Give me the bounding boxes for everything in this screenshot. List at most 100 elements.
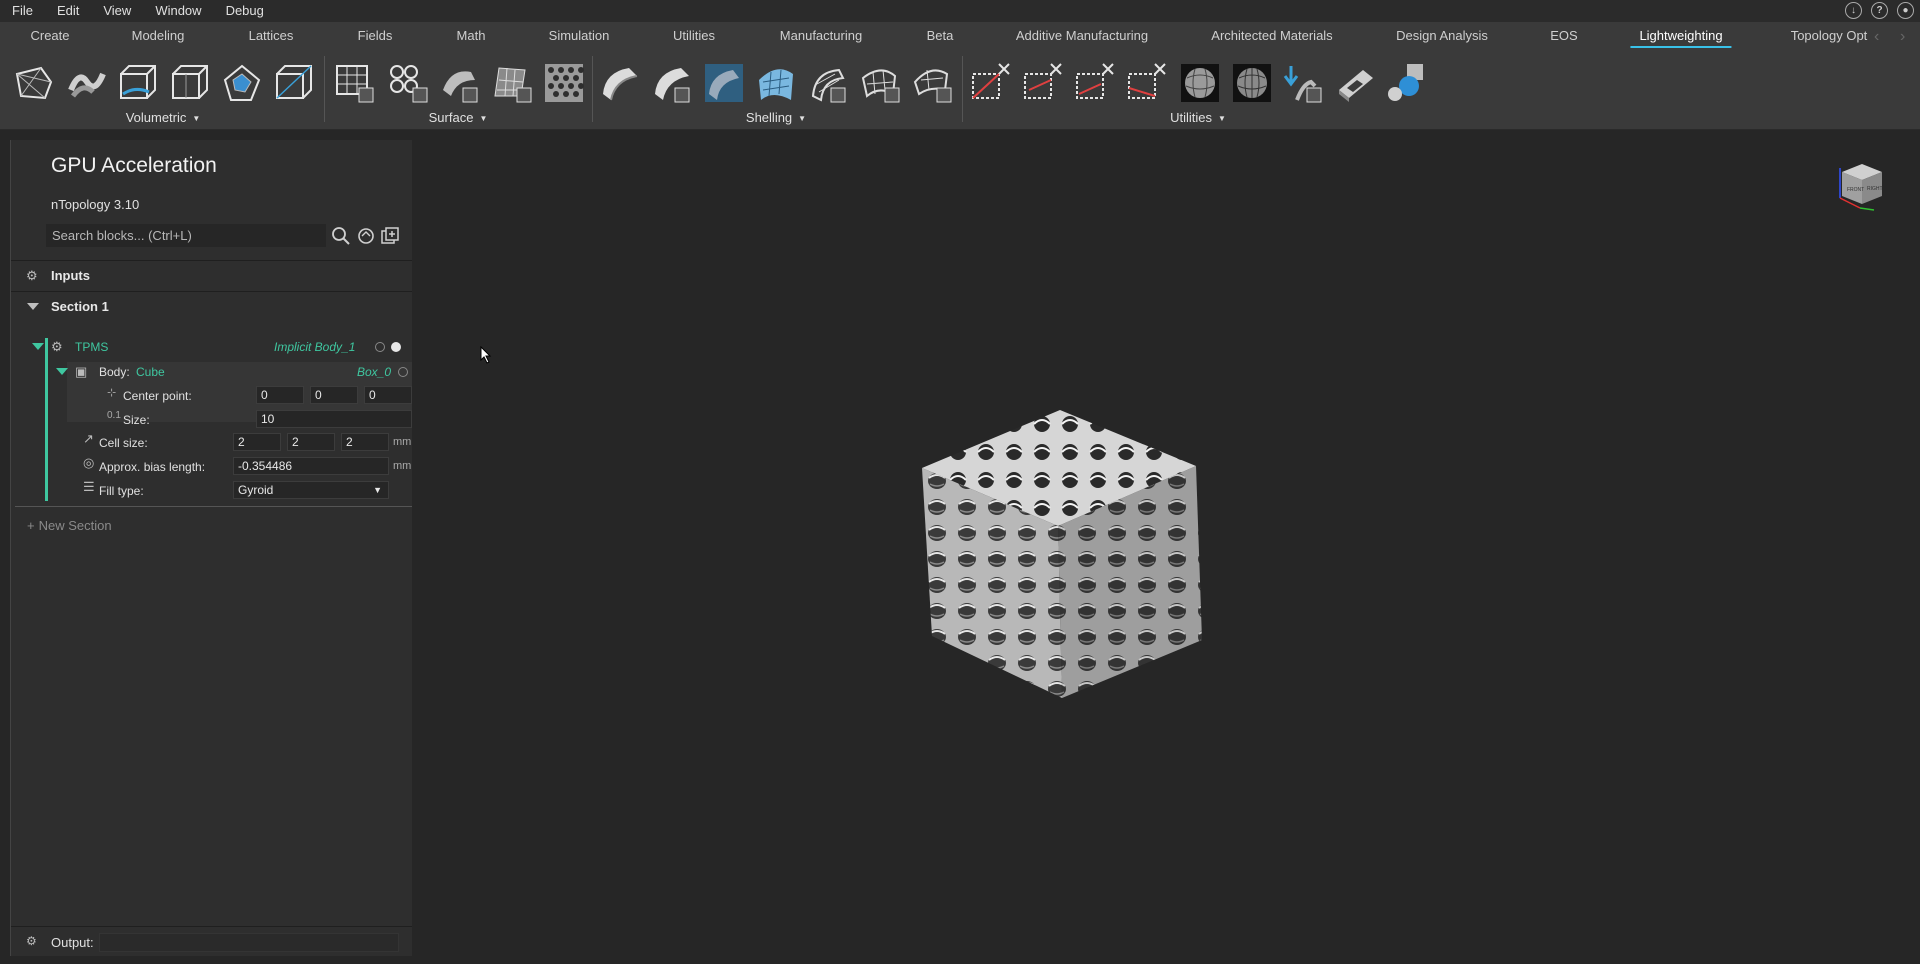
tab-lightweighting[interactable]: Lightweighting <box>1630 22 1732 50</box>
bias-length-label: Approx. bias length: <box>99 460 206 474</box>
lattice-shell-tool-icon[interactable] <box>805 60 851 106</box>
output-bar: ⚙ Output: <box>11 926 413 956</box>
search-input[interactable] <box>46 224 326 247</box>
block-visibility-icon[interactable] <box>391 342 401 352</box>
gyroid-cube-model[interactable] <box>412 130 1920 964</box>
cell-size-unit: mm <box>393 436 412 448</box>
import-lattice-tool-icon[interactable] <box>1281 60 1327 106</box>
menu-view[interactable]: View <box>91 0 143 22</box>
trim-lattice-2-tool-icon[interactable] <box>1021 60 1067 106</box>
group-utilities[interactable]: Utilities ▼ <box>1170 110 1226 125</box>
section-collapse-icon[interactable] <box>27 303 39 310</box>
tab-math[interactable]: Math <box>457 22 486 50</box>
point-icon: ⊹ <box>107 387 117 399</box>
menu-window[interactable]: Window <box>143 0 213 22</box>
box-lattice-tool-icon[interactable] <box>115 60 161 106</box>
perforated-surface-tool-icon[interactable] <box>541 60 587 106</box>
cube-icon: ▣ <box>75 364 88 379</box>
3d-viewport[interactable]: FRONT RIGHT <box>412 130 1920 964</box>
body-label: Body: <box>99 365 130 379</box>
tab-architected-materials[interactable]: Architected Materials <box>1211 22 1332 50</box>
body-value[interactable]: Cube <box>136 365 165 379</box>
block-icon: ⚙ <box>51 339 63 354</box>
inputs-label: Inputs <box>51 268 90 283</box>
fill-type-select[interactable]: Gyroid ▼ <box>233 481 389 499</box>
tab-manufacturing[interactable]: Manufacturing <box>780 22 862 50</box>
gear-icon: ⚙ <box>26 267 38 283</box>
center-z-field[interactable]: 0 <box>364 386 412 404</box>
tab-utilities[interactable]: Utilities <box>673 22 715 50</box>
surface-lattice-tool-icon[interactable] <box>437 60 483 106</box>
group-volumetric[interactable]: Volumetric ▼ <box>126 110 201 125</box>
add-block-icon[interactable] <box>380 226 400 246</box>
graph-lattice-tool-icon[interactable] <box>63 60 109 106</box>
block-help-icon[interactable] <box>375 342 385 352</box>
mesh-lattice-tool-icon[interactable] <box>11 60 57 106</box>
diamond-lattice-tool-icon[interactable] <box>219 60 265 106</box>
help-icon[interactable]: ? <box>1871 2 1888 19</box>
shell-selection-tool-icon[interactable] <box>701 60 747 106</box>
trim-lattice-4-tool-icon[interactable] <box>1125 60 1171 106</box>
vector-icon: ↗ <box>83 431 94 446</box>
chevron-down-icon: ▼ <box>373 485 382 495</box>
center-x-field[interactable]: 0 <box>256 386 304 404</box>
conformal-shell-tool-icon[interactable] <box>753 60 799 106</box>
mesh-shell-tool-icon[interactable] <box>909 60 955 106</box>
menu-debug[interactable]: Debug <box>214 0 276 22</box>
tab-modeling[interactable]: Modeling <box>132 22 185 50</box>
cell-size-x-field[interactable]: 2 <box>233 433 281 451</box>
grid-surface-tool-icon[interactable] <box>333 60 379 106</box>
menu-file[interactable]: File <box>0 0 45 22</box>
plus-icon: + <box>27 518 35 533</box>
voronoi-surface-tool-icon[interactable] <box>385 60 431 106</box>
body-collapse-icon[interactable] <box>56 368 68 375</box>
shell-tool-icon[interactable] <box>597 60 643 106</box>
tab-scroll-left-icon[interactable]: ‹ <box>1870 28 1884 46</box>
menu-bar: File Edit View Window Debug ↓ ? ● <box>0 0 1920 22</box>
notebook-title: GPU Acceleration <box>51 154 217 177</box>
inputs-bar[interactable]: ⚙ Inputs <box>11 260 413 290</box>
search-icon[interactable] <box>331 226 351 246</box>
shapes-tool-icon[interactable] <box>1385 60 1431 106</box>
trim-lattice-tool-icon[interactable] <box>969 60 1015 106</box>
new-section-button[interactable]: + New Section <box>27 518 112 533</box>
size-field[interactable]: 10 <box>256 410 412 428</box>
download-icon[interactable]: ↓ <box>1845 2 1862 19</box>
tab-topology-opt[interactable]: Topology Opt <box>1791 22 1868 50</box>
trim-lattice-3-tool-icon[interactable] <box>1073 60 1119 106</box>
search-blocks <box>45 223 327 248</box>
conformal-surface-tool-icon[interactable] <box>489 60 535 106</box>
tab-additive-manufacturing[interactable]: Additive Manufacturing <box>1016 22 1148 50</box>
block-name[interactable]: TPMS <box>75 340 108 354</box>
block-collapse-icon[interactable] <box>32 343 44 350</box>
conformal-lattice-tool-icon[interactable] <box>271 60 317 106</box>
cell-size-y-field[interactable]: 2 <box>287 433 335 451</box>
center-y-field[interactable]: 0 <box>310 386 358 404</box>
body-help-icon[interactable] <box>398 367 408 377</box>
group-surface[interactable]: Surface ▼ <box>429 110 488 125</box>
sphere-mesh-tool-icon[interactable] <box>1229 60 1275 106</box>
refresh-icon[interactable] <box>356 226 376 246</box>
menu-edit[interactable]: Edit <box>45 0 91 22</box>
tab-create[interactable]: Create <box>30 22 69 50</box>
tab-scroll-right-icon[interactable]: › <box>1896 28 1910 46</box>
output-field[interactable] <box>99 933 399 952</box>
bias-length-field[interactable]: -0.354486 <box>233 457 389 475</box>
view-cube[interactable]: FRONT RIGHT <box>1830 158 1888 216</box>
group-shelling[interactable]: Shelling ▼ <box>746 110 806 125</box>
ramp-tool-icon[interactable] <box>1333 60 1379 106</box>
tab-beta[interactable]: Beta <box>927 22 954 50</box>
grid-shell-tool-icon[interactable] <box>857 60 903 106</box>
tab-simulation[interactable]: Simulation <box>549 22 610 50</box>
cell-size-z-field[interactable]: 2 <box>341 433 389 451</box>
user-icon[interactable]: ● <box>1897 2 1914 19</box>
tab-eos[interactable]: EOS <box>1550 22 1577 50</box>
tab-lattices[interactable]: Lattices <box>249 22 294 50</box>
scalar-icon: 0.1 <box>107 410 121 421</box>
section-bar[interactable]: Section 1 <box>11 291 413 321</box>
cube-lattice-tool-icon[interactable] <box>167 60 213 106</box>
tab-design-analysis[interactable]: Design Analysis <box>1396 22 1488 50</box>
tab-fields[interactable]: Fields <box>358 22 393 50</box>
shell-lattice-tool-icon[interactable] <box>649 60 695 106</box>
sphere-inspect-tool-icon[interactable] <box>1177 60 1223 106</box>
